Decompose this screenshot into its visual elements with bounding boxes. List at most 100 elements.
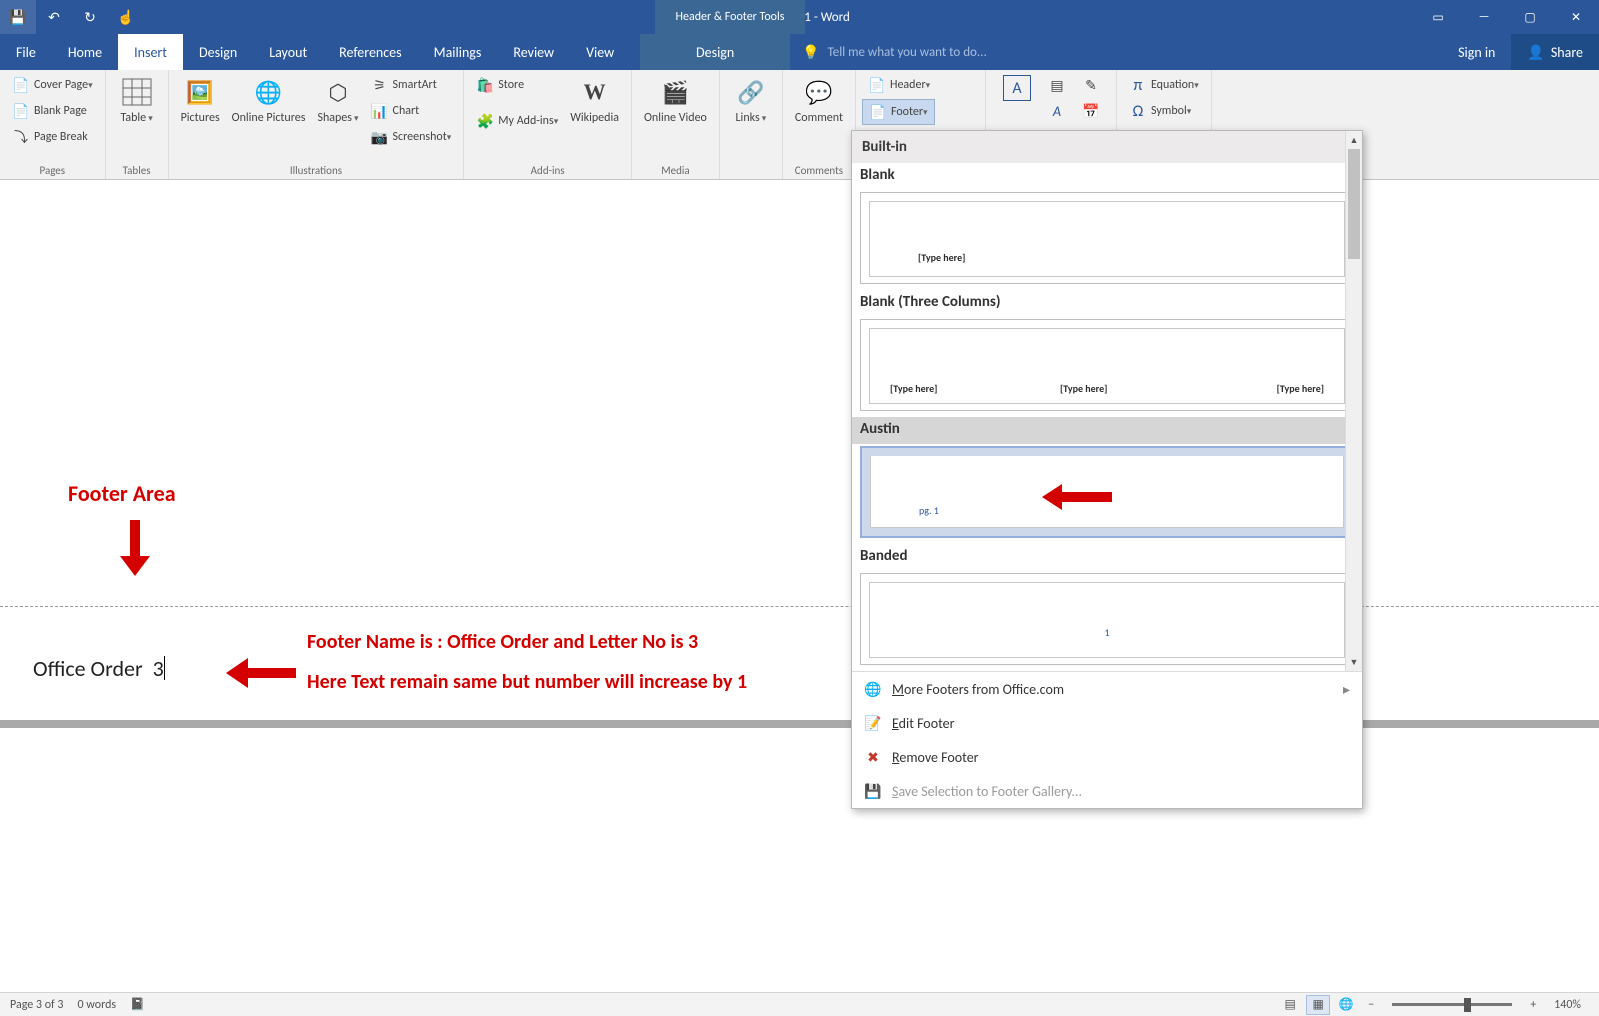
scroll-track[interactable] bbox=[1346, 149, 1362, 653]
group-illustrations: 🖼️ Pictures 🌐Online Pictures ⬡Shapes ⚞Sma… bbox=[169, 70, 465, 179]
scroll-thumb[interactable] bbox=[1348, 149, 1360, 259]
symbol-button[interactable]: ΩSymbol bbox=[1123, 99, 1197, 123]
tab-home[interactable]: Home bbox=[52, 34, 118, 70]
footer-number: 3 bbox=[153, 655, 164, 682]
placeholder-text: [Type here] bbox=[1277, 382, 1324, 395]
pictures-label: Pictures bbox=[181, 111, 220, 125]
gallery-item-blank3[interactable]: [Type here] [Type here] [Type here] bbox=[860, 319, 1354, 411]
equation-button[interactable]: πEquation bbox=[1123, 73, 1205, 97]
gallery-scrollbar[interactable]: ▲ ▼ bbox=[1345, 131, 1362, 671]
tab-view[interactable]: View bbox=[570, 34, 630, 70]
screenshot-button[interactable]: 📷Screenshot bbox=[365, 125, 458, 149]
date-time-button[interactable]: 📅 bbox=[1076, 99, 1110, 123]
undo-icon[interactable]: ↶ bbox=[36, 0, 72, 34]
status-words[interactable]: 0 words bbox=[78, 998, 117, 1012]
footer-button[interactable]: 📄Footer bbox=[862, 99, 935, 125]
date-time-icon: 📅 bbox=[1082, 102, 1100, 120]
wordart-button[interactable]: A bbox=[1042, 99, 1076, 123]
share-icon: 👤 bbox=[1527, 44, 1544, 61]
zoom-slider-knob[interactable] bbox=[1464, 998, 1471, 1012]
signature-line-button[interactable]: ✎ bbox=[1076, 73, 1110, 97]
context-tab-group-label: Header & Footer Tools bbox=[655, 0, 805, 34]
shapes-button[interactable]: ⬡Shapes bbox=[311, 73, 364, 127]
remove-icon: ✖ bbox=[864, 748, 882, 766]
edit-footer-menuitem[interactable]: 📝 Edit Footer bbox=[852, 706, 1362, 740]
online-pictures-button[interactable]: 🌐Online Pictures bbox=[226, 73, 312, 127]
save-selection-menuitem: 💾 Save Selection to Footer Gallery... bbox=[852, 774, 1362, 808]
footer-text[interactable]: Office Order 3 bbox=[33, 655, 165, 682]
tab-mailings[interactable]: Mailings bbox=[418, 34, 498, 70]
group-media-label: Media bbox=[638, 162, 713, 177]
footer-gallery-scroll[interactable]: Built-in Blank [Type here] Blank (Three … bbox=[852, 131, 1362, 671]
pictures-button[interactable]: 🖼️ Pictures bbox=[175, 73, 226, 127]
my-addins-button[interactable]: 🧩My Add-ins bbox=[470, 109, 564, 133]
zoom-out-icon[interactable]: − bbox=[1362, 998, 1380, 1012]
window-controls: ▭ — ▢ ✕ bbox=[1415, 0, 1599, 34]
smartart-button[interactable]: ⚞SmartArt bbox=[365, 73, 443, 97]
screenshot-icon: 📷 bbox=[371, 128, 389, 146]
title-bar: 💾 ↶ ↻ ☝ Document1 - Word Header & Footer… bbox=[0, 0, 1599, 34]
scroll-up-icon[interactable]: ▲ bbox=[1346, 131, 1362, 149]
tab-design[interactable]: Design bbox=[183, 34, 253, 70]
quickparts-icon: ▤ bbox=[1048, 76, 1066, 94]
sign-in-link[interactable]: Sign in bbox=[1442, 34, 1511, 70]
links-button[interactable]: 🔗Links bbox=[726, 73, 776, 127]
group-addins-label: Add-ins bbox=[470, 162, 625, 177]
minimize-icon[interactable]: — bbox=[1461, 0, 1507, 34]
share-button[interactable]: 👤 Share bbox=[1511, 34, 1599, 70]
tab-file[interactable]: File bbox=[0, 34, 52, 70]
store-button[interactable]: 🛍️Store bbox=[470, 73, 530, 97]
print-layout-icon[interactable]: ▦ bbox=[1306, 995, 1330, 1015]
status-page[interactable]: Page 3 of 3 bbox=[10, 998, 64, 1012]
bulb-icon: 💡 bbox=[802, 44, 819, 61]
footer-icon: 📄 bbox=[869, 103, 887, 121]
tab-insert[interactable]: Insert bbox=[118, 34, 183, 70]
gallery-item-banded[interactable]: 1 bbox=[860, 573, 1354, 665]
zoom-slider[interactable] bbox=[1392, 1003, 1512, 1006]
tab-hf-design[interactable]: Design bbox=[640, 34, 790, 70]
gallery-item-blank-title: Blank bbox=[852, 163, 1362, 190]
header-icon: 📄 bbox=[868, 76, 886, 94]
chart-button[interactable]: 📊Chart bbox=[365, 99, 426, 123]
read-mode-icon[interactable]: ▤ bbox=[1278, 995, 1302, 1015]
more-footers-menuitem[interactable]: 🌐 More Footers from Office.com ▸ bbox=[852, 672, 1362, 706]
cover-page-label: Cover Page bbox=[34, 78, 88, 92]
ribbon-display-options-icon[interactable]: ▭ bbox=[1415, 0, 1461, 34]
touch-mode-icon[interactable]: ☝ bbox=[108, 0, 144, 34]
banded-page-number: 1 bbox=[1104, 626, 1109, 639]
tab-layout[interactable]: Layout bbox=[253, 34, 323, 70]
my-addins-icon: 🧩 bbox=[476, 112, 494, 130]
gallery-item-austin[interactable]: pg. 1 bbox=[860, 446, 1354, 538]
save-icon[interactable]: 💾 bbox=[0, 0, 36, 34]
redo-icon[interactable]: ↻ bbox=[72, 0, 108, 34]
gallery-section-builtin: Built-in bbox=[852, 131, 1362, 163]
blank-page-button[interactable]: 📄Blank Page bbox=[6, 99, 93, 123]
proofing-icon[interactable]: 📓 bbox=[130, 997, 145, 1012]
remove-footer-menuitem[interactable]: ✖ Remove Footer bbox=[852, 740, 1362, 774]
pictures-icon: 🖼️ bbox=[183, 75, 217, 109]
comment-button[interactable]: 💬Comment bbox=[789, 73, 849, 127]
links-label: Links bbox=[736, 111, 767, 125]
header-button[interactable]: 📄Header bbox=[862, 73, 936, 97]
online-video-button[interactable]: 🎬Online Video bbox=[638, 73, 713, 127]
more-footers-label: More Footers from Office.com bbox=[892, 681, 1064, 698]
wikipedia-button[interactable]: WWikipedia bbox=[564, 73, 625, 127]
tell-me-input[interactable]: 💡 Tell me what you want to do... bbox=[790, 34, 1442, 70]
maximize-icon[interactable]: ▢ bbox=[1507, 0, 1553, 34]
tab-references[interactable]: References bbox=[323, 34, 417, 70]
web-layout-icon[interactable]: 🌐 bbox=[1334, 995, 1358, 1015]
share-label: Share bbox=[1551, 44, 1583, 61]
placeholder-text: [Type here] bbox=[918, 251, 965, 264]
textbox-button[interactable]: A bbox=[992, 73, 1042, 105]
close-icon[interactable]: ✕ bbox=[1553, 0, 1599, 34]
tab-review[interactable]: Review bbox=[497, 34, 570, 70]
remove-footer-label: Remove Footer bbox=[892, 749, 979, 766]
zoom-in-icon[interactable]: + bbox=[1524, 998, 1542, 1012]
gallery-item-blank[interactable]: [Type here] bbox=[860, 192, 1354, 284]
page-break-button[interactable]: ⤵Page Break bbox=[6, 125, 94, 149]
scroll-down-icon[interactable]: ▼ bbox=[1346, 653, 1362, 671]
quickparts-button[interactable]: ▤ bbox=[1042, 73, 1076, 97]
zoom-level[interactable]: 140% bbox=[1546, 998, 1589, 1012]
cover-page-button[interactable]: 📄Cover Page bbox=[6, 73, 99, 97]
table-button[interactable]: Table bbox=[112, 73, 162, 127]
